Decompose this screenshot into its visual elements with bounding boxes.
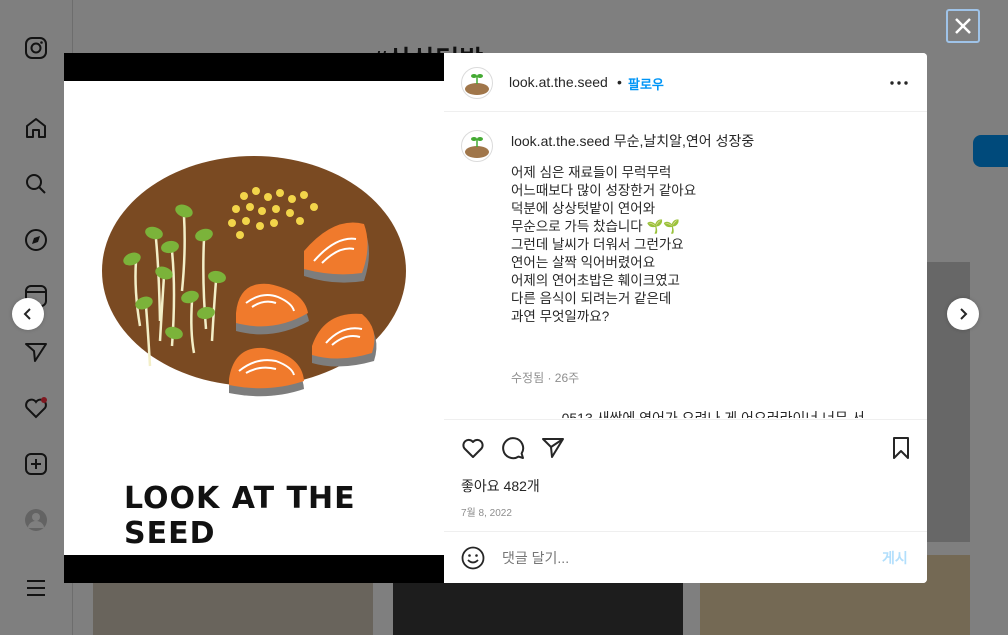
next-post-button[interactable] — [947, 298, 979, 330]
caption-line: 다른 음식이 되려는거 같은데 — [511, 291, 672, 306]
caption-line: 무순으로 가득 찼습니다 🌱🌱 — [511, 219, 681, 234]
caption-title: 무순,날치알,연어 성장중 — [613, 133, 755, 149]
close-icon — [955, 18, 971, 34]
avatar[interactable] — [461, 67, 493, 99]
post-actions: 좋아요 482개 7월 8, 2022 — [444, 419, 927, 532]
caption-line: 어제의 연어초밥은 훼이크였고 — [511, 273, 680, 288]
bookmark-icon[interactable] — [889, 436, 913, 460]
comment-preview: ______ 0513 새싹에 연어가 오려나 게 어오러라이너 너무 서 — [511, 410, 865, 418]
previous-post-button[interactable] — [12, 298, 44, 330]
likes-count[interactable]: 좋아요 482개 — [461, 476, 540, 496]
caption-line: 연어는 살짝 익어버렸어요 — [511, 255, 656, 270]
seed-avatar-icon — [465, 74, 489, 95]
comment-bar: 게시 — [444, 531, 927, 583]
caption-avatar[interactable] — [461, 130, 493, 162]
chevron-left-icon — [23, 308, 31, 320]
post-image: LOOK AT THE SEED — [64, 81, 444, 555]
caption-line: 과연 무엇일까요? — [511, 309, 610, 324]
caption-line: 어느때보다 많이 성장한거 같아요 — [511, 183, 697, 198]
caption-meta: 수정됨 · 26주 — [511, 371, 580, 385]
chevron-right-icon — [960, 308, 968, 320]
caption-area[interactable]: look.at.the.seed 무순,날치알,연어 성장중 어제 심은 재료들… — [444, 112, 927, 418]
follow-button[interactable]: 팔로우 — [628, 74, 664, 93]
caption-header: look.at.the.seed 무순,날치알,연어 성장중 — [511, 131, 754, 151]
share-icon[interactable] — [541, 436, 565, 460]
close-button[interactable] — [946, 9, 980, 43]
caption-username[interactable]: look.at.the.seed — [511, 133, 610, 149]
caption-line: 어제 심은 재료들이 무럭무럭 — [511, 165, 672, 180]
post-date[interactable]: 7월 8, 2022 — [461, 504, 512, 519]
caption-body: 어제 심은 재료들이 무럭무럭 어느때보다 많이 성장한거 같아요 덕분에 상상… — [511, 164, 901, 326]
caption-line: 그런데 날씨가 더워서 그런가요 — [511, 237, 684, 252]
seed-avatar-icon — [465, 137, 489, 158]
comment-icon[interactable] — [501, 436, 525, 460]
seed-logo-text: LOOK AT THE SEED — [124, 481, 356, 551]
more-options-icon[interactable] — [890, 81, 908, 85]
comment-input[interactable] — [500, 549, 834, 567]
post-media[interactable]: LOOK AT THE SEED — [64, 53, 444, 583]
separator-dot: • — [617, 74, 622, 90]
post-header: look.at.the.seed • 팔로우 — [444, 53, 927, 112]
post-modal: LOOK AT THE SEED look.at.the.seed • 팔로우 … — [64, 53, 927, 583]
post-comment-button[interactable]: 게시 — [882, 548, 908, 568]
like-heart-icon[interactable] — [461, 436, 485, 460]
emoji-icon[interactable] — [461, 546, 485, 570]
post-side-panel: look.at.the.seed • 팔로우 look.at.the.seed … — [444, 53, 927, 583]
caption-line: 덕분에 상상텃밭이 연어와 — [511, 201, 656, 216]
header-username[interactable]: look.at.the.seed — [509, 74, 608, 90]
